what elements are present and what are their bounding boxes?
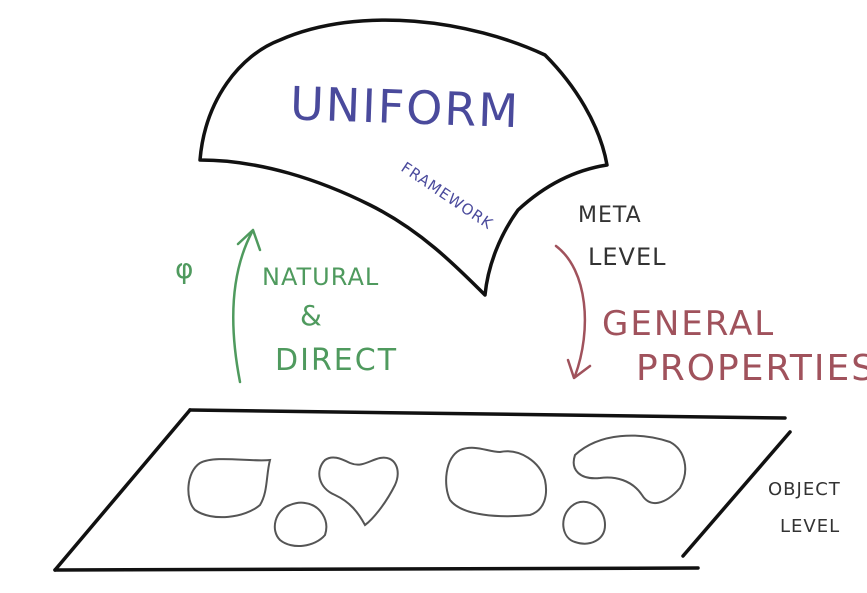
arrow-up-shaft (232, 230, 254, 384)
meta-framework-sheet: UNIFORM FRAMEWORK (198, 18, 609, 297)
framework-diagram: UNIFORM FRAMEWORK φ NATURAL & DIRECT MET… (53, 18, 867, 572)
object-blob (273, 501, 328, 547)
object-blob (445, 446, 548, 518)
natural-direct-arrow: φ NATURAL & DIRECT (175, 228, 398, 384)
framework-title: UNIFORM (289, 76, 521, 138)
object-level-label: LEVEL (780, 516, 840, 537)
framework-sheet-outline (198, 18, 609, 297)
phi-symbol: φ (175, 252, 193, 285)
plane-top-edge (188, 408, 787, 420)
arrow-down-shaft (554, 244, 587, 378)
meta-label: META (578, 203, 642, 228)
object-label: OBJECT (768, 479, 841, 500)
framework-subtitle: FRAMEWORK (398, 158, 497, 233)
object-blob (562, 500, 607, 545)
plane-left-edge (53, 408, 192, 572)
properties-label: PROPERTIES (636, 348, 867, 389)
object-blob (187, 458, 272, 519)
level-label: LEVEL (588, 243, 667, 271)
object-level-plane: OBJECT LEVEL (53, 408, 841, 572)
general-label: GENERAL (602, 304, 775, 344)
ampersand-label: & (300, 299, 322, 332)
object-blob (318, 456, 399, 527)
object-blob (572, 434, 687, 504)
meta-level-label: META LEVEL (578, 203, 667, 271)
direct-label: DIRECT (275, 343, 398, 378)
plane-bottom-edge (53, 566, 700, 572)
natural-label: NATURAL (262, 263, 379, 291)
